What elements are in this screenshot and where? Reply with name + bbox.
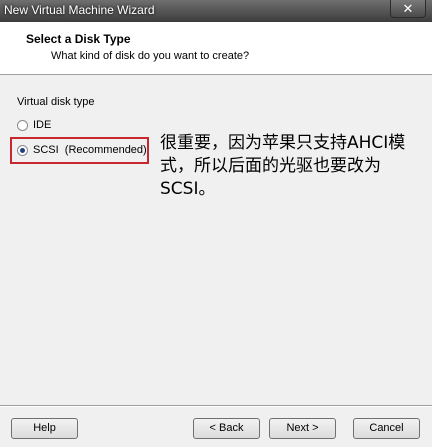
cancel-button[interactable]: Cancel [353,418,420,439]
title-bar: New Virtual Machine Wizard ✕ [0,0,432,22]
ide-label: IDE [33,119,52,131]
annotation-highlight-box [10,137,149,164]
window-title: New Virtual Machine Wizard [4,3,155,17]
wizard-content: Virtual disk type IDE SCSI (Recommended) [0,75,432,405]
ide-radio[interactable] [17,119,28,131]
annotation-text: 很重要，因为苹果只支持AHCI模式，所以后面的光驱也要改为SCSI。 [160,133,406,199]
button-separator [0,405,432,407]
disk-type-group-label: Virtual disk type [17,96,95,108]
ide-option[interactable]: IDE [17,117,51,133]
page-title: Select a Disk Type [26,32,131,46]
wizard-header: Select a Disk Type What kind of disk do … [0,22,432,75]
close-icon: ✕ [402,1,414,16]
close-button[interactable]: ✕ [390,0,426,18]
help-button[interactable]: Help [11,418,78,439]
next-button[interactable]: Next > [269,418,336,439]
back-button[interactable]: < Back [193,418,260,439]
page-subtitle: What kind of disk do you want to create? [51,50,250,62]
